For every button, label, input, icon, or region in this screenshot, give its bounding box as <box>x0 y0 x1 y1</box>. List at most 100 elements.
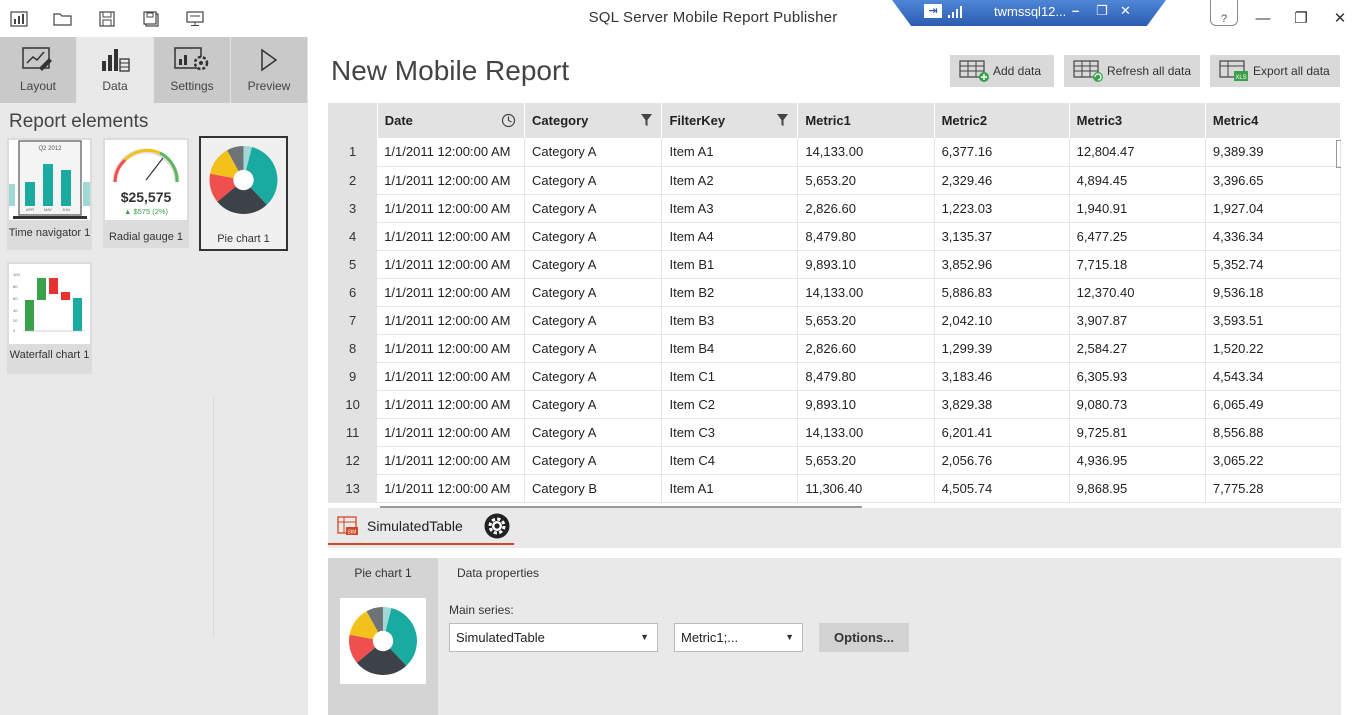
element-radial-gauge[interactable]: $25,575 ▲ $575 (2%) Radial gauge 1 <box>103 138 189 248</box>
filter-icon[interactable] <box>640 113 653 127</box>
column-header-category[interactable]: Category <box>524 103 663 138</box>
column-header-date[interactable]: Date <box>377 103 526 138</box>
table-cell[interactable]: 5,653.20 <box>797 166 935 195</box>
filter-icon[interactable] <box>776 113 789 127</box>
table-cell[interactable]: 7,715.18 <box>1069 250 1206 279</box>
row-number[interactable]: 7 <box>328 306 378 335</box>
table-cell[interactable]: Item C1 <box>661 362 799 391</box>
tab-layout[interactable]: Layout <box>0 37 77 103</box>
table-cell[interactable]: 8,479.80 <box>797 362 935 391</box>
table-cell[interactable]: Category A <box>524 278 663 307</box>
table-cell[interactable]: 1/1/2011 12:00:00 AM <box>377 474 526 503</box>
table-row[interactable]: 13 1/1/2011 12:00:00 AM Category B Item A1 1… <box>328 474 1341 503</box>
refresh-all-data-button[interactable]: Refresh all data <box>1064 55 1200 87</box>
row-number[interactable]: 9 <box>328 362 378 391</box>
table-cell[interactable]: 2,826.60 <box>797 194 935 223</box>
table-cell[interactable]: Category A <box>524 446 663 475</box>
main-series-table-select[interactable]: SimulatedTable ▼ <box>449 623 658 652</box>
table-cell[interactable]: 5,886.83 <box>934 278 1070 307</box>
table-row[interactable]: 7 1/1/2011 12:00:00 AM Category A Item B3 5,… <box>328 306 1341 335</box>
row-number[interactable]: 13 <box>328 474 378 503</box>
column-header-metric2[interactable]: Metric2 <box>934 103 1070 138</box>
row-number[interactable]: 1 <box>328 138 378 167</box>
table-cell[interactable]: Category A <box>524 390 663 419</box>
table-row[interactable]: 10 1/1/2011 12:00:00 AM Category A Item C2 9… <box>328 390 1341 419</box>
table-cell[interactable]: Item B4 <box>661 334 799 363</box>
table-cell[interactable]: Category A <box>524 222 663 251</box>
table-cell[interactable]: 5,653.20 <box>797 446 935 475</box>
table-cell[interactable]: 1/1/2011 12:00:00 AM <box>377 278 526 307</box>
tab-element-properties[interactable]: Pie chart 1 <box>328 558 438 715</box>
table-cell[interactable]: Item B3 <box>661 306 799 335</box>
table-row[interactable]: 5 1/1/2011 12:00:00 AM Category A Item B1 9,… <box>328 250 1341 279</box>
table-cell[interactable]: 14,133.00 <box>797 418 935 447</box>
remote-minimize-icon[interactable]: – <box>1072 3 1079 18</box>
tab-preview[interactable]: Preview <box>231 37 308 103</box>
row-number[interactable]: 2 <box>328 166 378 195</box>
table-cell[interactable]: Category A <box>524 334 663 363</box>
row-number[interactable]: 5 <box>328 250 378 279</box>
table-cell[interactable]: 4,894.45 <box>1069 166 1206 195</box>
element-time-navigator[interactable]: Q2 2012 APR MAY JUN Time navigator 1 <box>7 138 92 250</box>
table-cell[interactable]: 1/1/2011 12:00:00 AM <box>377 306 526 335</box>
export-all-data-button[interactable]: XLS Export all data <box>1210 55 1340 87</box>
table-row[interactable]: 2 1/1/2011 12:00:00 AM Category A Item A2 5,… <box>328 166 1341 195</box>
table-cell[interactable]: 4,505.74 <box>934 474 1070 503</box>
tab-data-properties[interactable]: Data properties <box>457 566 539 580</box>
column-header-metric3[interactable]: Metric3 <box>1069 103 1206 138</box>
table-cell[interactable]: Item B2 <box>661 278 799 307</box>
row-number[interactable]: 4 <box>328 222 378 251</box>
table-cell[interactable]: 6,477.25 <box>1069 222 1206 251</box>
data-grid[interactable]: Date Category FilterKey Metric1 Metric2 … <box>328 103 1341 508</box>
clock-icon[interactable] <box>501 113 516 128</box>
table-cell[interactable]: 3,396.65 <box>1205 166 1341 195</box>
row-number[interactable]: 11 <box>328 418 378 447</box>
table-row[interactable]: 11 1/1/2011 12:00:00 AM Category A Item C3 1… <box>328 418 1341 447</box>
table-cell[interactable]: 9,893.10 <box>797 390 935 419</box>
table-cell[interactable]: 1,927.04 <box>1205 194 1341 223</box>
table-cell[interactable]: Category A <box>524 306 663 335</box>
pin-icon[interactable]: ⇥ <box>924 4 942 18</box>
table-cell[interactable]: 9,389.39 <box>1205 138 1341 167</box>
table-row[interactable]: 8 1/1/2011 12:00:00 AM Category A Item B4 2,… <box>328 334 1341 363</box>
table-cell[interactable]: 2,056.76 <box>934 446 1070 475</box>
remote-restore-icon[interactable]: ❐ <box>1096 3 1108 19</box>
table-cell[interactable]: 4,543.34 <box>1205 362 1341 391</box>
table-cell[interactable]: Item A3 <box>661 194 799 223</box>
table-cell[interactable]: 5,653.20 <box>797 306 935 335</box>
element-pie-chart[interactable]: Pie chart 1 <box>199 136 288 251</box>
table-cell[interactable]: Item A4 <box>661 222 799 251</box>
table-cell[interactable]: Item A1 <box>661 138 799 167</box>
table-cell[interactable]: Category A <box>524 166 663 195</box>
table-row[interactable]: 3 1/1/2011 12:00:00 AM Category A Item A3 2,… <box>328 194 1341 223</box>
table-cell[interactable]: Item C4 <box>661 446 799 475</box>
row-number[interactable]: 6 <box>328 278 378 307</box>
table-cell[interactable]: Item A2 <box>661 166 799 195</box>
table-cell[interactable]: 3,829.38 <box>934 390 1070 419</box>
table-cell[interactable]: 3,065.22 <box>1205 446 1341 475</box>
help-icon[interactable]: ? <box>1210 0 1238 26</box>
table-cell[interactable]: 6,201.41 <box>934 418 1070 447</box>
table-cell[interactable]: 7,775.28 <box>1205 474 1341 503</box>
table-row[interactable]: 4 1/1/2011 12:00:00 AM Category A Item A4 8,… <box>328 222 1341 251</box>
table-cell[interactable]: 6,065.49 <box>1205 390 1341 419</box>
table-cell[interactable]: 9,893.10 <box>797 250 935 279</box>
table-cell[interactable]: 14,133.00 <box>797 138 935 167</box>
table-cell[interactable]: 2,584.27 <box>1069 334 1206 363</box>
table-cell[interactable]: Category B <box>524 474 663 503</box>
table-cell[interactable]: 9,725.81 <box>1069 418 1206 447</box>
table-cell[interactable]: 14,133.00 <box>797 278 935 307</box>
column-header-metric1[interactable]: Metric1 <box>797 103 935 138</box>
table-cell[interactable]: 6,377.16 <box>934 138 1070 167</box>
table-cell[interactable]: 4,936.95 <box>1069 446 1206 475</box>
table-cell[interactable]: 3,593.51 <box>1205 306 1341 335</box>
row-number[interactable]: 3 <box>328 194 378 223</box>
minimize-icon[interactable]: — <box>1248 6 1278 30</box>
table-cell[interactable]: 1/1/2011 12:00:00 AM <box>377 250 526 279</box>
table-cell[interactable]: 3,135.37 <box>934 222 1070 251</box>
table-cell[interactable]: 12,804.47 <box>1069 138 1206 167</box>
table-cell[interactable]: 6,305.93 <box>1069 362 1206 391</box>
table-cell[interactable]: Category A <box>524 418 663 447</box>
table-cell[interactable]: 1/1/2011 12:00:00 AM <box>377 334 526 363</box>
table-cell[interactable]: 1/1/2011 12:00:00 AM <box>377 166 526 195</box>
